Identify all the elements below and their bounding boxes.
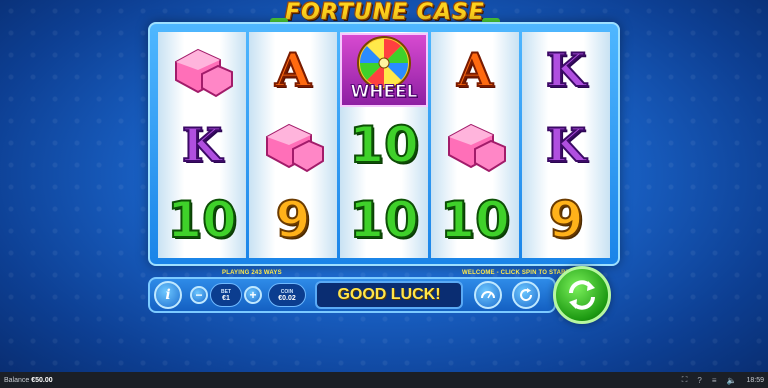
ways-info: PLAYING 243 WAYS [222,270,282,276]
speed-button[interactable] [474,281,502,309]
symbol-k: K [545,117,587,172]
symbol-10: 10 [348,115,420,174]
fullscreen-icon[interactable]: ⛶ [682,375,688,385]
reel-cell: 9 [522,183,610,258]
reel-cell [249,107,337,182]
reel-cell: 10 [340,183,428,258]
symbol-10: 10 [348,191,420,250]
reel-cell: K [522,107,610,182]
reel-cell: K [522,32,610,107]
symbol-a: A [456,42,494,97]
autoplay-icon [520,288,533,302]
spin-arrows-icon [569,280,595,310]
balance-value: €50.00 [31,376,53,384]
symbol-9: 9 [548,191,585,250]
symbol-9: 9 [275,191,312,250]
reel-frame: K 10 A 9 WHEEL 10 10 A 10 K K 9 [148,22,620,266]
info-icon: i [165,287,171,303]
clock-time: 18:59 [746,376,764,384]
reel-cell: 10 [431,183,519,258]
pink-gem-icon [266,123,324,173]
pink-gem-icon [448,123,506,173]
balance-label: Balance [4,376,30,384]
bet-decrease-button[interactable]: − [190,286,208,304]
bet-increase-button[interactable]: + [244,286,262,304]
menu-icon[interactable]: ≡ [712,376,717,385]
reel-cell: 10 [340,107,428,182]
reel-4: A 10 [431,32,519,258]
coin-display[interactable]: COIN €0.02 [268,283,306,307]
reel-cell: A [431,32,519,107]
reel-cell: K [158,107,246,182]
status-message: GOOD LUCK! [315,281,463,309]
reels: K 10 A 9 WHEEL 10 10 A 10 K K 9 [158,32,610,258]
reel-cell [158,32,246,107]
wheel-symbol: WHEEL [340,32,428,107]
wheel-label: WHEEL [350,81,418,102]
reel-2: A 9 [249,32,337,258]
autoplay-button[interactable] [512,281,540,309]
symbol-10: 10 [166,191,238,250]
symbol-10: 10 [439,191,511,250]
sound-icon[interactable]: 🔈 [727,376,737,385]
bet-value: €1 [222,294,230,302]
welcome-info: WELCOME - CLICK SPIN TO START [462,270,570,276]
help-icon[interactable]: ? [697,376,701,385]
reel-cell: 10 [158,183,246,258]
bet-display: BET €1 [210,283,242,307]
reel-cell [431,107,519,182]
reel-1: K 10 [158,32,246,258]
speedometer-icon [481,291,495,299]
symbol-k: K [545,42,587,97]
symbol-a: A [274,42,312,97]
good-luck-text: GOOD LUCK! [337,286,441,303]
reel-cell: WHEEL [340,32,428,107]
status-bar: Balance €50.00 ⛶ ? ≡ 🔈 18:59 [0,372,768,388]
spin-button[interactable] [553,266,611,324]
reel-5: K K 9 [522,32,610,258]
plus-icon: + [249,288,257,302]
reel-3: WHEEL 10 10 [340,32,428,258]
symbol-k: K [181,117,223,172]
control-panel: i − BET €1 + COIN €0.02 GOOD LUCK! [148,277,556,313]
info-button[interactable]: i [154,281,182,309]
reel-cell: 9 [249,183,337,258]
coin-value: €0.02 [278,294,296,302]
minus-icon: − [195,288,203,302]
reel-cell: A [249,32,337,107]
pink-gem-icon [175,48,233,97]
